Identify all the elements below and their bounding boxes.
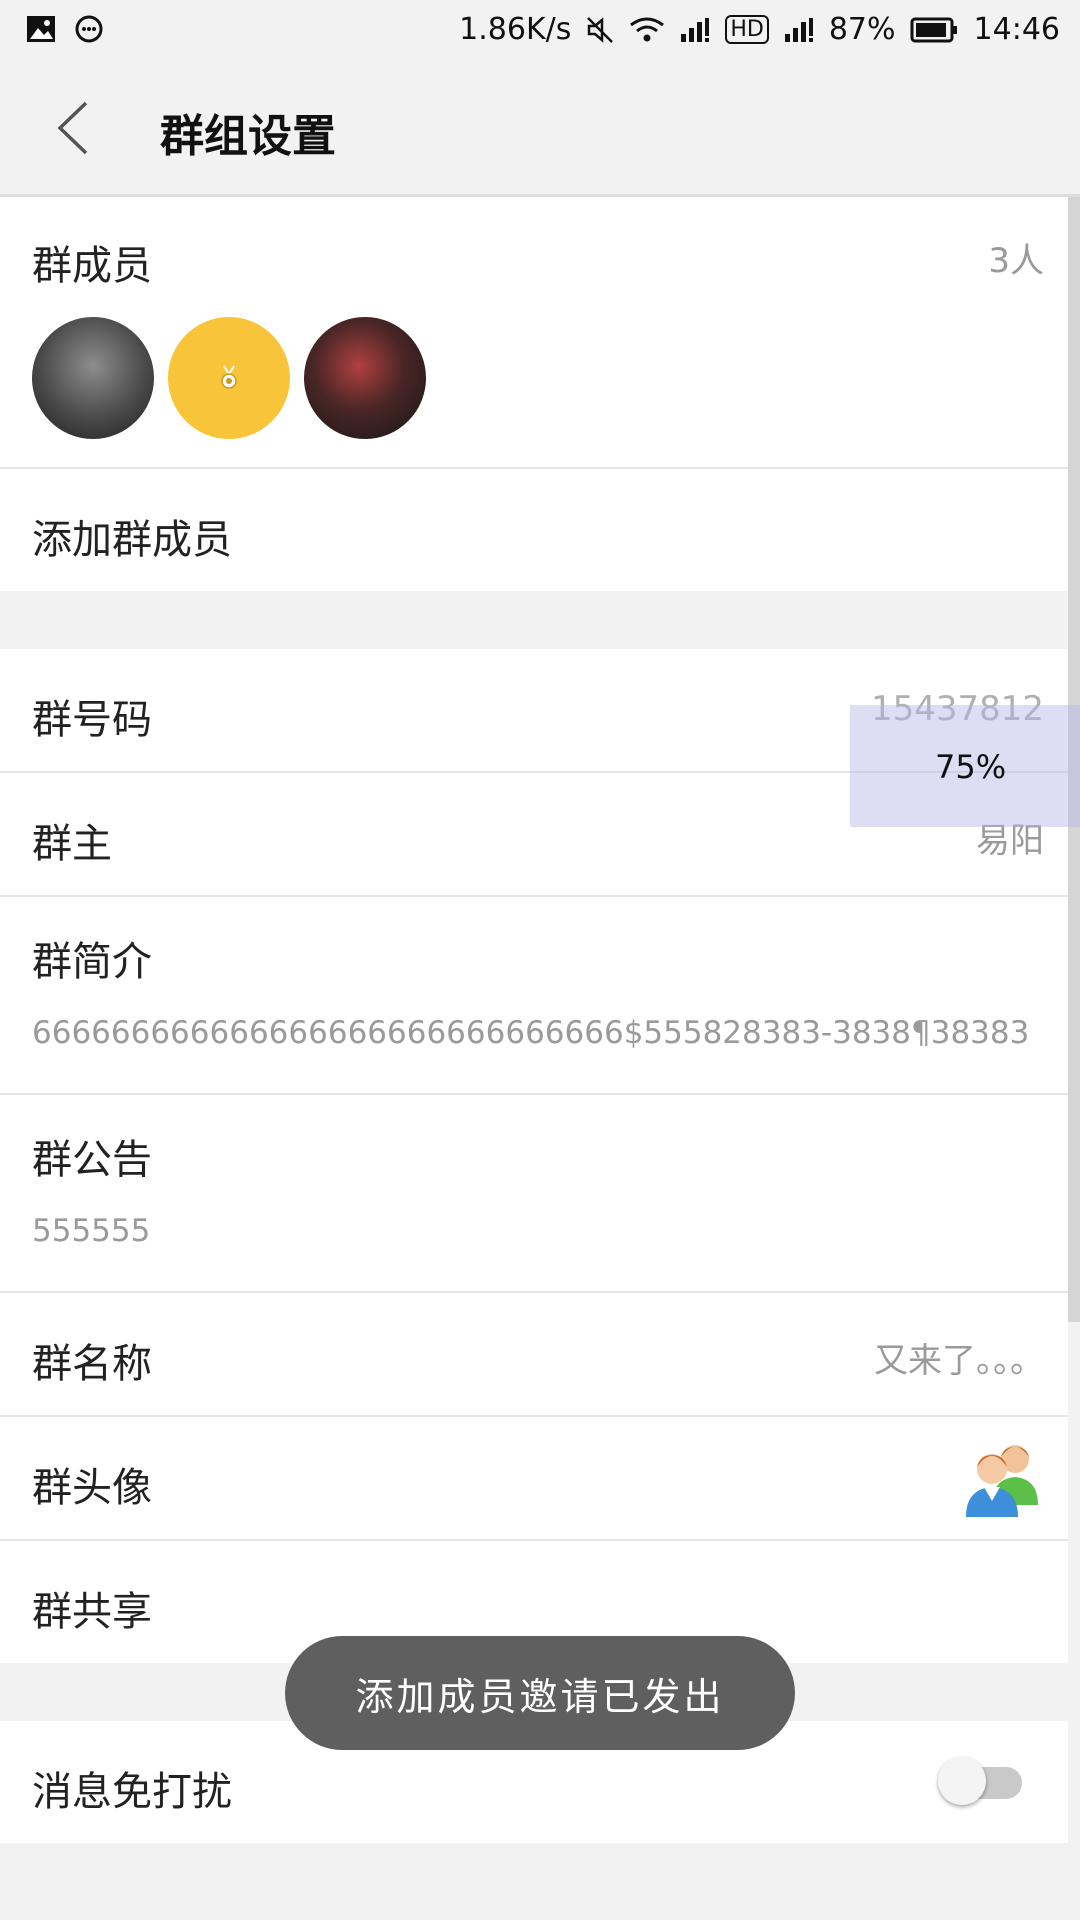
group-notice-row[interactable]: 群公告 555555 [0,1095,1068,1293]
dnd-label: 消息免打扰 [32,1769,232,1815]
settings-list: 群成员 3人 添加群成员 群号码 15437812 群主 易阳 群简介 6666… [0,197,1068,1843]
group-intro-label: 群简介 [32,939,152,985]
group-number-label: 群号码 [32,697,152,743]
wifi-icon [629,16,665,44]
avatar[interactable] [32,317,154,439]
status-bar: 1.86K/s HD 87% 14:46 [0,0,1080,62]
group-avatar-label: 群头像 [32,1465,152,1511]
members-row[interactable]: 群成员 3人 [0,197,1068,469]
group-owner-label: 群主 [32,821,112,867]
group-intro-text: 666666666666666666666666666666$555828383… [32,1015,1030,1051]
add-member-label: 添加群成员 [32,517,232,563]
battery-percent: 87% [828,12,896,47]
group-avatar-icon [966,1445,1038,1517]
group-notice-text: 555555 [32,1213,151,1249]
members-section: 群成员 3人 添加群成员 [0,197,1068,591]
group-name-value: 又来了。。。 [874,1341,1044,1381]
group-avatar-row[interactable]: 群头像 [0,1417,1068,1541]
zoom-overlay-text: 75% [935,748,1007,786]
hd-badge: HD [725,15,769,44]
avatar[interactable] [168,317,290,439]
group-notice-label: 群公告 [32,1137,152,1183]
group-intro-row[interactable]: 群简介 666666666666666666666666666666$55582… [0,897,1068,1095]
back-button[interactable] [48,98,98,158]
group-name-label: 群名称 [32,1341,152,1387]
net-speed: 1.86K/s [459,12,572,47]
avatar[interactable] [304,317,426,439]
members-label: 群成员 [32,243,152,289]
page-title: 群组设置 [160,111,336,162]
clock: 14:46 [973,12,1060,47]
battery-icon [910,16,960,44]
group-name-row[interactable]: 群名称 又来了。。。 [0,1293,1068,1417]
members-count: 3人 [988,241,1044,281]
toast-message: 添加成员邀请已发出 [285,1636,795,1750]
back-arrow-icon [57,101,88,155]
section-gap [0,591,1068,649]
chat-bubble-icon [74,14,104,44]
app-bar: 群组设置 [0,62,1080,197]
mute-icon [585,15,615,45]
toggle-knob [938,1757,986,1805]
image-icon [26,14,56,44]
member-avatars [32,317,426,439]
medal-icon [221,365,237,389]
status-left [26,14,104,44]
group-share-label: 群共享 [32,1589,152,1635]
add-member-row[interactable]: 添加群成员 [0,469,1068,591]
dnd-toggle[interactable] [938,1757,1022,1805]
signal-icon [679,16,711,44]
signal-icon-2 [783,16,815,44]
status-right: 1.86K/s HD 87% 14:46 [459,12,1060,47]
